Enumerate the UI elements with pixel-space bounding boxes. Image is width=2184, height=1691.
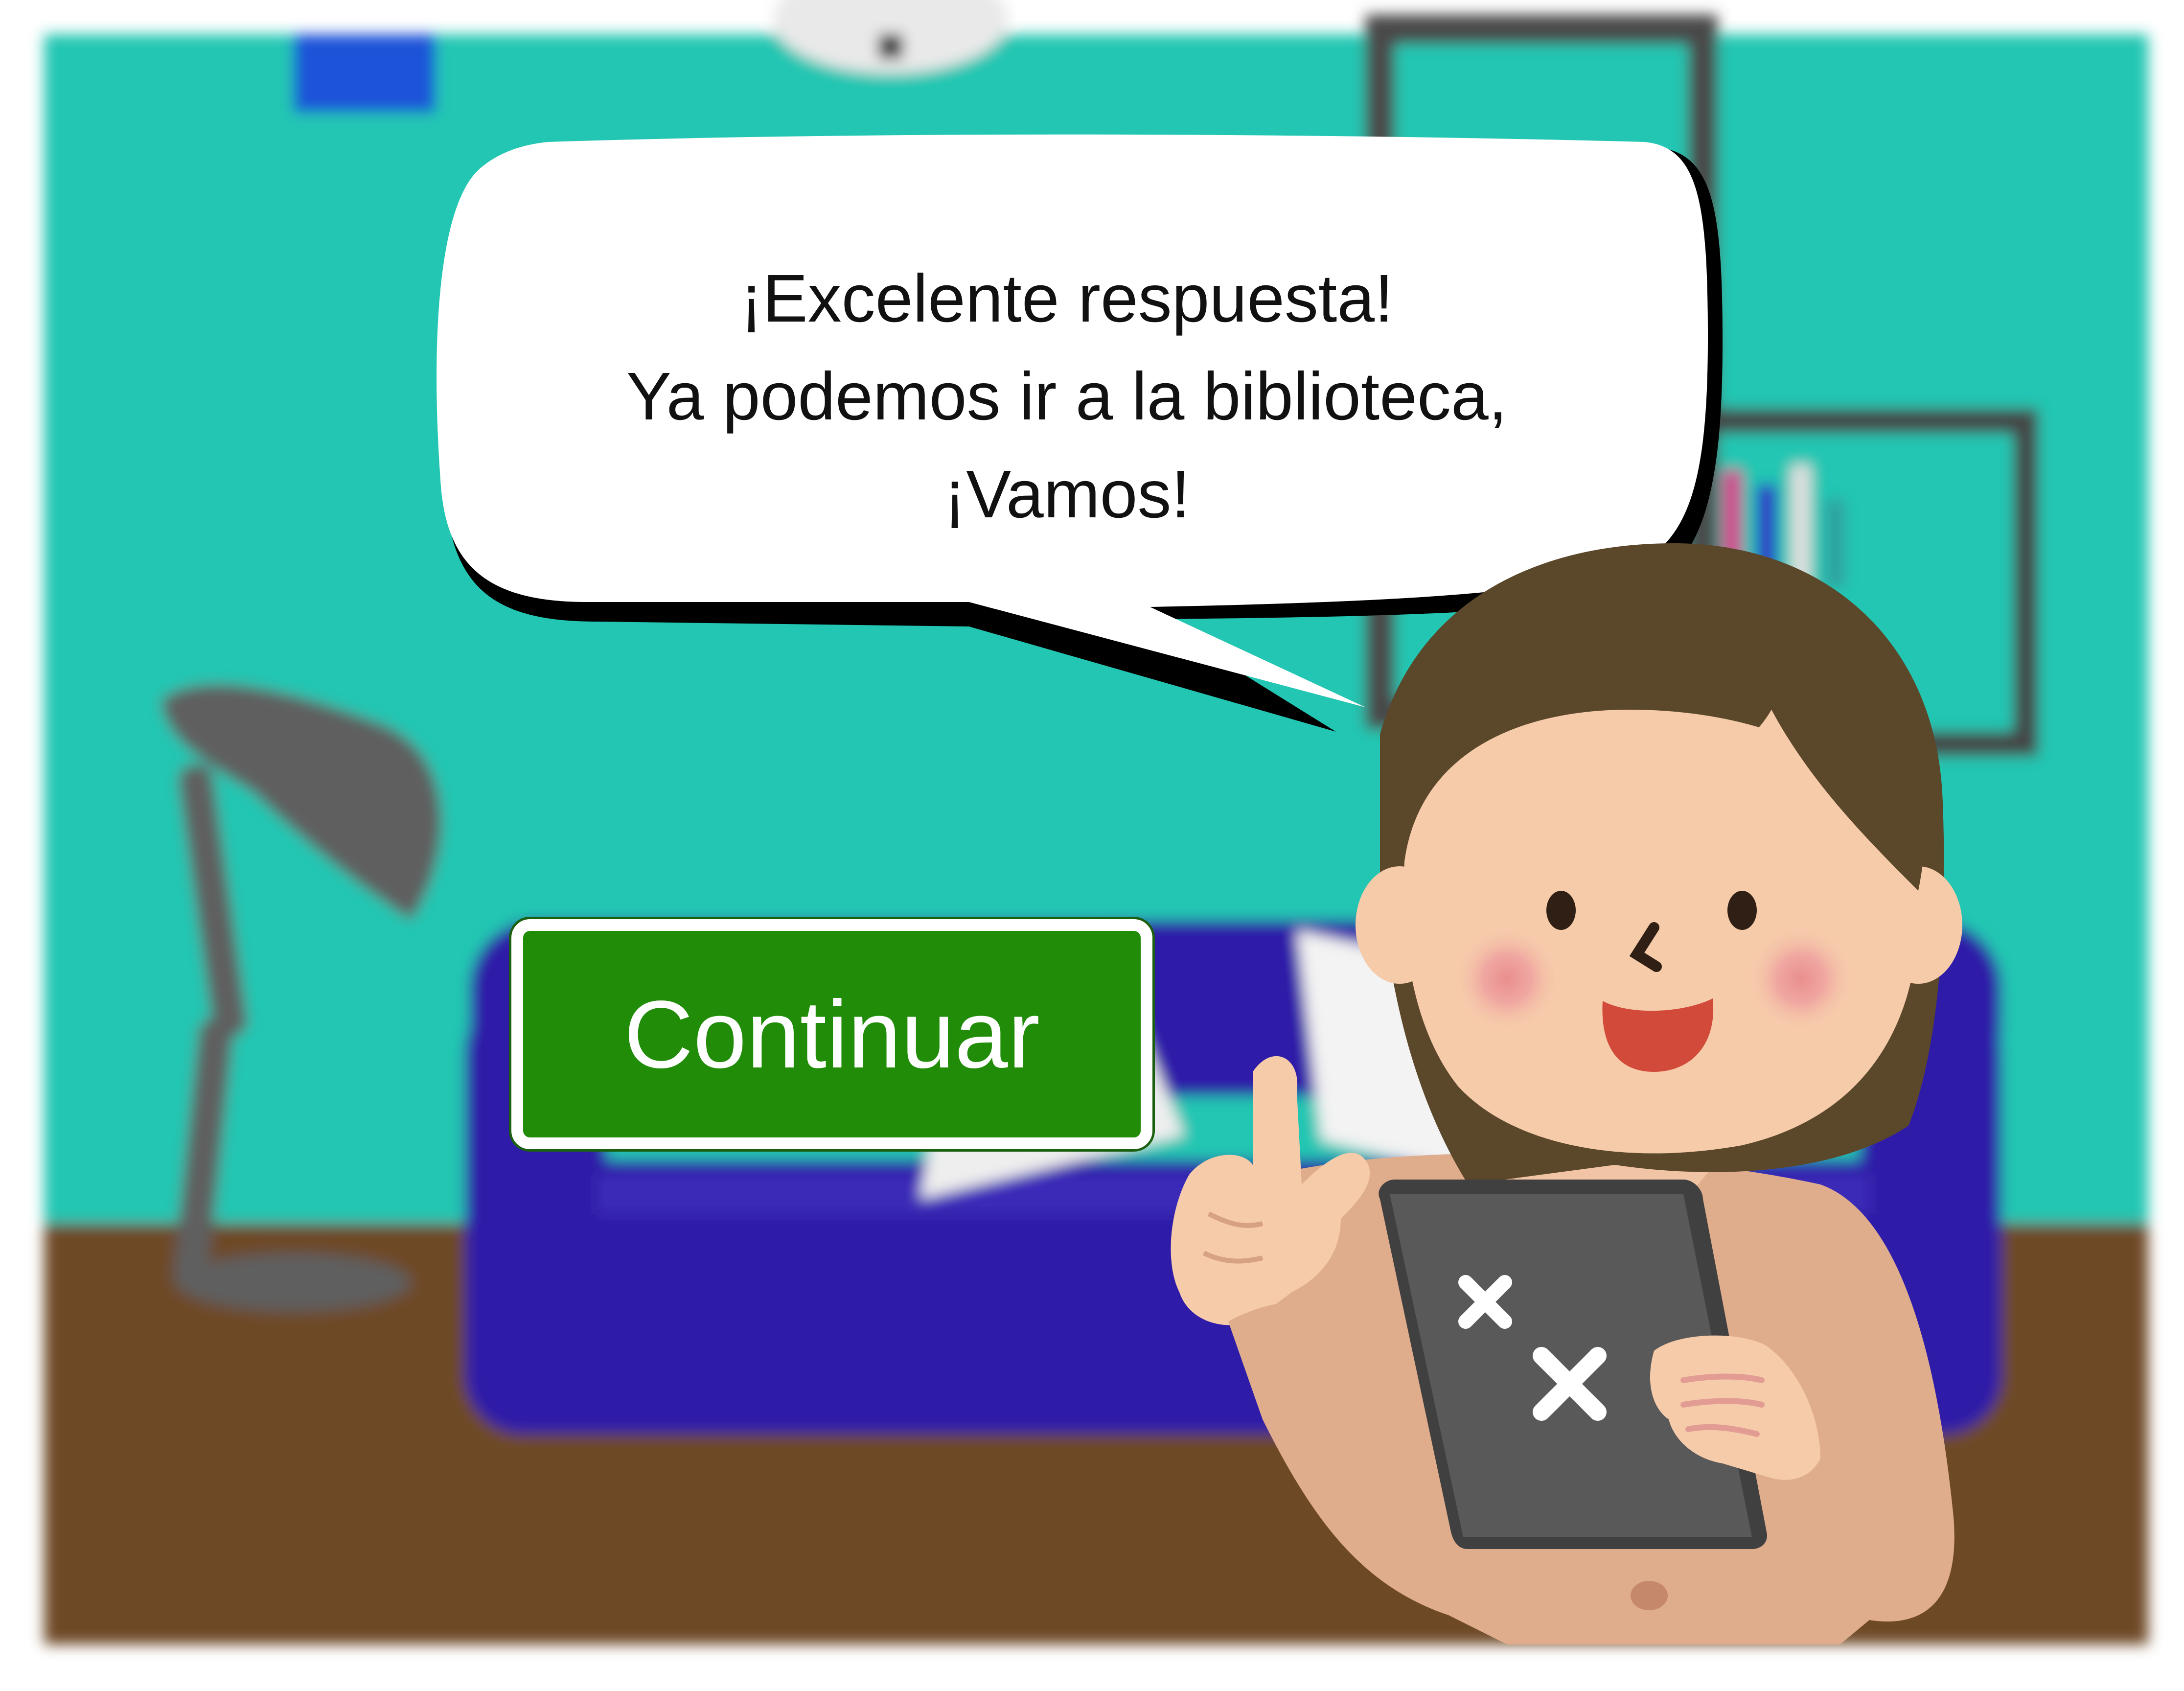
scene-frame: ¡Excelente respuesta! Ya podemos ir a la… xyxy=(0,0,2184,1691)
right-eye xyxy=(1727,891,1757,930)
speech-line-3: ¡Vamos! xyxy=(943,457,1190,532)
left-eye xyxy=(1546,891,1576,930)
blue-frame xyxy=(294,34,436,113)
speech-line-2: Ya podemos ir a la biblioteca, xyxy=(626,359,1508,434)
speech-line-1: ¡Excelente respuesta! xyxy=(740,261,1394,336)
continue-button[interactable]: Continuar xyxy=(511,919,1152,1149)
speech-bubble-text: ¡Excelente respuesta! Ya podemos ir a la… xyxy=(431,245,1703,548)
continue-button-label: Continuar xyxy=(624,980,1040,1088)
